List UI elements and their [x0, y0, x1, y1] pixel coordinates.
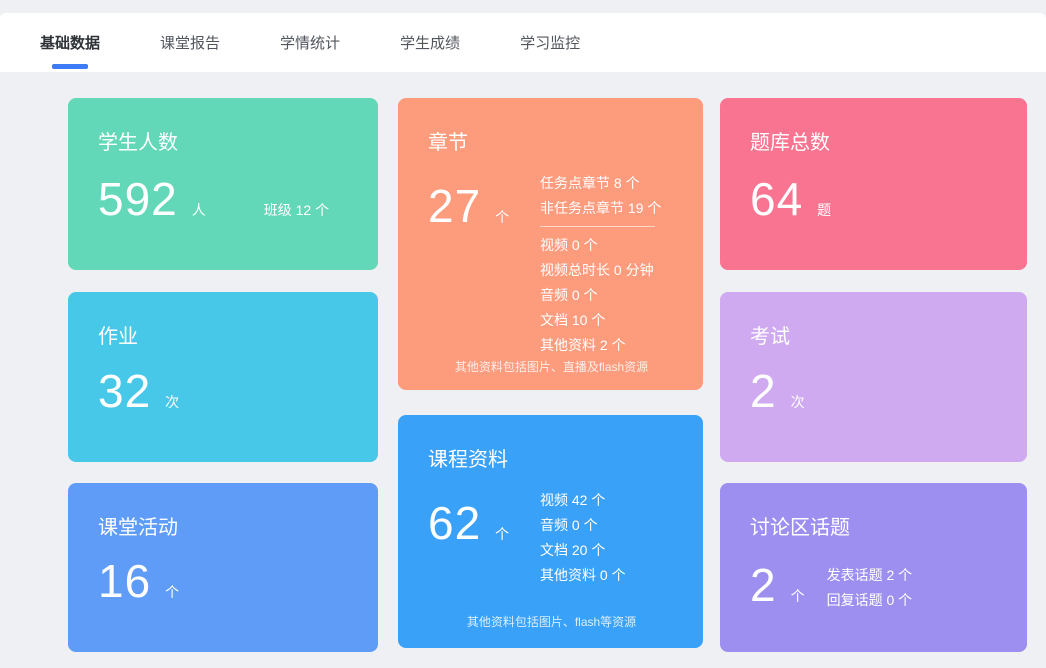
stat-unit: 个: [495, 207, 509, 227]
card-course-materials: 课程资料 62 个 视频 42 个 音频 0 个 文档 20 个 其他资料 0 …: [398, 415, 703, 648]
detail-item: 回复话题 0 个: [827, 588, 995, 613]
card-student-count: 学生人数 592 人 班级 12 个: [68, 98, 378, 270]
column-middle: 章节 27 个 任务点章节 8 个 非任务点章节 19 个 视频 0 个 视频总…: [398, 98, 703, 652]
tab-basic-data[interactable]: 基础数据: [40, 13, 100, 72]
stat-unit: 人: [192, 200, 206, 220]
stat-unit: 个: [165, 582, 179, 602]
stat-row: 27 个 任务点章节 8 个 非任务点章节 19 个 视频 0 个 视频总时长 …: [428, 171, 675, 358]
stat-col: 62 个: [428, 496, 540, 588]
detail-item: 任务点章节 8 个: [540, 171, 675, 196]
detail-list: 发表话题 2 个 回复话题 0 个: [827, 563, 995, 613]
card-title: 题库总数: [750, 126, 999, 155]
detail-item: 文档 20 个: [540, 538, 675, 563]
detail-item: 音频 0 个: [540, 513, 675, 538]
top-strip: [0, 0, 1046, 13]
card-exams: 考试 2 次: [720, 292, 1027, 462]
card-footnote: 其他资料包括图片、直播及flash资源: [428, 358, 675, 379]
stat-row: 64 题: [750, 172, 999, 256]
card-title: 讨论区话题: [750, 511, 999, 540]
stat-unit: 次: [791, 392, 805, 412]
stat-unit: 个: [495, 524, 509, 544]
tab-label: 课堂报告: [160, 32, 220, 53]
card-homework: 作业 32 次: [68, 292, 378, 462]
detail-item: 其他资料 0 个: [540, 563, 675, 588]
stat-value: 592: [98, 172, 178, 226]
stat-row: 592 人 班级 12 个: [98, 172, 350, 256]
dashboard: 学生人数 592 人 班级 12 个 作业 32 次 课堂活动 16 个 章节: [0, 72, 1046, 652]
card-class-activities: 课堂活动 16 个: [68, 483, 378, 652]
tab-learning-monitor[interactable]: 学习监控: [520, 13, 580, 72]
stat-extra: 班级 12 个: [264, 200, 329, 220]
card-title: 章节: [428, 126, 675, 155]
column-left: 学生人数 592 人 班级 12 个 作业 32 次 课堂活动 16 个: [68, 98, 378, 652]
stat-unit: 个: [791, 586, 805, 606]
detail-item: 视频 42 个: [540, 488, 675, 513]
detail-item: 其他资料 2 个: [540, 333, 675, 358]
card-title: 学生人数: [98, 126, 350, 155]
detail-list: 视频 42 个 音频 0 个 文档 20 个 其他资料 0 个: [540, 488, 675, 588]
detail-item: 发表话题 2 个: [827, 563, 995, 588]
active-tab-indicator: [52, 64, 88, 69]
stat-row: 16 个: [98, 554, 350, 638]
stat-row: 2 次: [750, 364, 999, 448]
tab-label: 学习监控: [520, 32, 580, 53]
detail-divider: [540, 226, 655, 227]
card-title: 作业: [98, 320, 350, 349]
tab-learning-stats[interactable]: 学情统计: [280, 13, 340, 72]
detail-item: 音频 0 个: [540, 283, 675, 308]
stat-row: 2 个 发表话题 2 个 回复话题 0 个: [750, 558, 999, 638]
tab-label: 学情统计: [280, 32, 340, 53]
card-discussion-topics: 讨论区话题 2 个 发表话题 2 个 回复话题 0 个: [720, 483, 1027, 652]
stat-value: 64: [750, 172, 803, 226]
stat-col: 27 个: [428, 179, 540, 358]
tab-class-report[interactable]: 课堂报告: [160, 13, 220, 72]
column-right: 题库总数 64 题 考试 2 次 讨论区话题 2 个 发表话题 2 个 回复话题…: [720, 98, 1027, 652]
stat-row: 32 次: [98, 364, 350, 448]
stat-row: 62 个 视频 42 个 音频 0 个 文档 20 个 其他资料 0 个: [428, 488, 675, 588]
stat-value: 2: [750, 558, 777, 612]
detail-item: 非任务点章节 19 个: [540, 196, 675, 221]
card-title: 课堂活动: [98, 511, 350, 540]
stat-value: 32: [98, 364, 151, 418]
stat-value: 62: [428, 496, 481, 550]
stat-unit: 题: [817, 200, 831, 220]
detail-list: 任务点章节 8 个 非任务点章节 19 个 视频 0 个 视频总时长 0 分钟 …: [540, 171, 675, 358]
card-title: 考试: [750, 320, 999, 349]
card-chapters: 章节 27 个 任务点章节 8 个 非任务点章节 19 个 视频 0 个 视频总…: [398, 98, 703, 390]
card-question-bank: 题库总数 64 题: [720, 98, 1027, 270]
detail-item: 视频 0 个: [540, 233, 675, 258]
stat-unit: 次: [165, 392, 179, 412]
detail-item: 视频总时长 0 分钟: [540, 258, 675, 283]
card-footnote: 其他资料包括图片、flash等资源: [428, 613, 675, 634]
tab-student-grades[interactable]: 学生成绩: [400, 13, 460, 72]
stat-value: 27: [428, 179, 481, 233]
tab-label: 学生成绩: [400, 32, 460, 53]
tab-label: 基础数据: [40, 32, 100, 53]
tab-bar: 基础数据 课堂报告 学情统计 学生成绩 学习监控: [0, 13, 1046, 72]
detail-item: 文档 10 个: [540, 308, 675, 333]
stat-value: 2: [750, 364, 777, 418]
stat-value: 16: [98, 554, 151, 608]
card-title: 课程资料: [428, 443, 675, 472]
